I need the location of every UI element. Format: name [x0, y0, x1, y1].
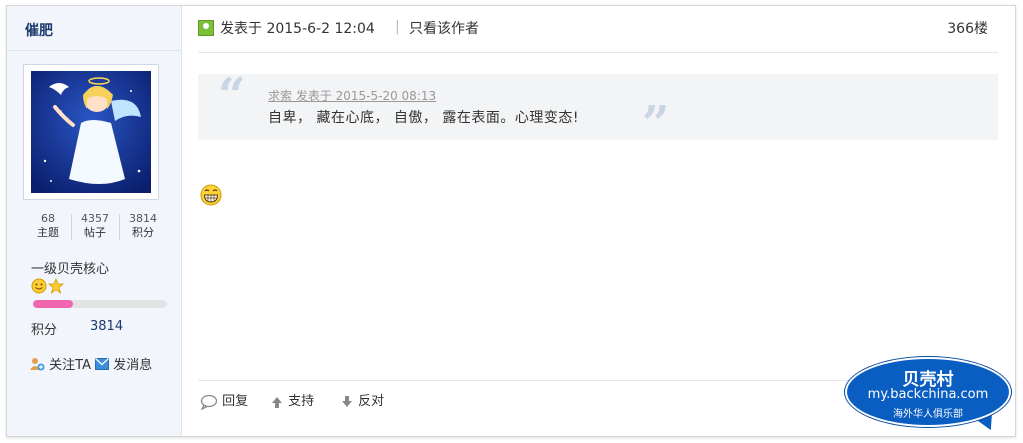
stat-posts[interactable]: 4357 帖子: [72, 212, 118, 240]
author-name[interactable]: 催肥: [25, 20, 53, 40]
open-quote-icon: “: [218, 68, 246, 124]
message-label: 发消息: [113, 358, 153, 373]
stat-score[interactable]: 3814 积分: [120, 212, 166, 240]
post-timestamp: 发表于 2015-6-2 12:04: [220, 21, 375, 37]
author-panel: 催肥 68 主题 4357 帖子 3814 积分 一级贝壳核心 积分 3814 …: [7, 6, 182, 436]
stat-label: 主题: [37, 226, 59, 239]
reply-button[interactable]: 回复: [200, 390, 248, 410]
rank-smiley-star-icon: [31, 277, 65, 295]
stat-threads[interactable]: 68 主题: [25, 212, 71, 240]
progress-fill: [33, 300, 74, 308]
author-actions: 关注TA 发消息: [29, 354, 152, 373]
stat-value: 3814: [129, 212, 157, 225]
stat-label: 帖子: [84, 226, 106, 239]
score-row: 积分 3814: [31, 319, 123, 338]
author-stats: 68 主题 4357 帖子 3814 积分: [25, 212, 165, 242]
separator: |: [395, 19, 400, 35]
close-quote-icon: ”: [642, 96, 670, 152]
score-value[interactable]: 3814: [90, 319, 123, 334]
reply-icon: [200, 394, 218, 410]
rank-progress-bar: [33, 300, 167, 308]
follow-icon: [30, 357, 45, 370]
stat-value: 68: [41, 212, 55, 225]
quote-author-link[interactable]: 求索 发表于 2015-5-20 08:13: [268, 87, 436, 104]
follow-label: 关注TA: [49, 358, 91, 373]
oppose-button[interactable]: 反对: [340, 390, 384, 409]
score-label: 积分: [31, 323, 58, 338]
stat-label: 积分: [132, 226, 154, 239]
mail-icon: [95, 357, 110, 370]
quote-text: 自卑， 藏在心底， 自傲， 露在表面。心理变态!: [268, 110, 579, 126]
rank-icons: [31, 277, 65, 295]
support-label: 支持: [288, 394, 315, 409]
grin-emoji-icon: [200, 184, 222, 210]
floor-number[interactable]: 366楼: [947, 18, 988, 38]
quote-block: “ 求索 发表于 2015-5-20 08:13 自卑， 藏在心底， 自傲， 露…: [198, 68, 998, 152]
message-button[interactable]: 发消息: [95, 356, 153, 373]
user-rank[interactable]: 一级贝壳核心: [31, 258, 109, 277]
oppose-label: 反对: [358, 394, 385, 409]
divider: [198, 52, 998, 53]
only-author-link[interactable]: 只看该作者: [409, 18, 479, 38]
support-button[interactable]: 支持: [270, 390, 314, 409]
arrow-up-icon: [272, 396, 282, 408]
avatar[interactable]: [23, 64, 159, 200]
stat-value: 4357: [81, 212, 109, 225]
watermark-tagline: 海外华人俱乐部: [893, 409, 963, 420]
site-watermark: 贝壳村 my.backchina.com 海外华人俱乐部: [845, 357, 1011, 435]
divider: [7, 50, 181, 51]
arrow-down-icon: [342, 395, 352, 407]
watermark-bubble: 贝壳村 my.backchina.com 海外华人俱乐部: [845, 357, 1011, 427]
reply-label: 回复: [222, 394, 249, 409]
post-header: 发表于 2015-6-2 12:04 | 只看该作者 366楼: [198, 18, 998, 40]
avatar-image: [31, 71, 151, 193]
watermark-url: my.backchina.com: [867, 387, 989, 402]
online-status-icon: [198, 20, 214, 36]
follow-button[interactable]: 关注TA: [29, 356, 95, 373]
